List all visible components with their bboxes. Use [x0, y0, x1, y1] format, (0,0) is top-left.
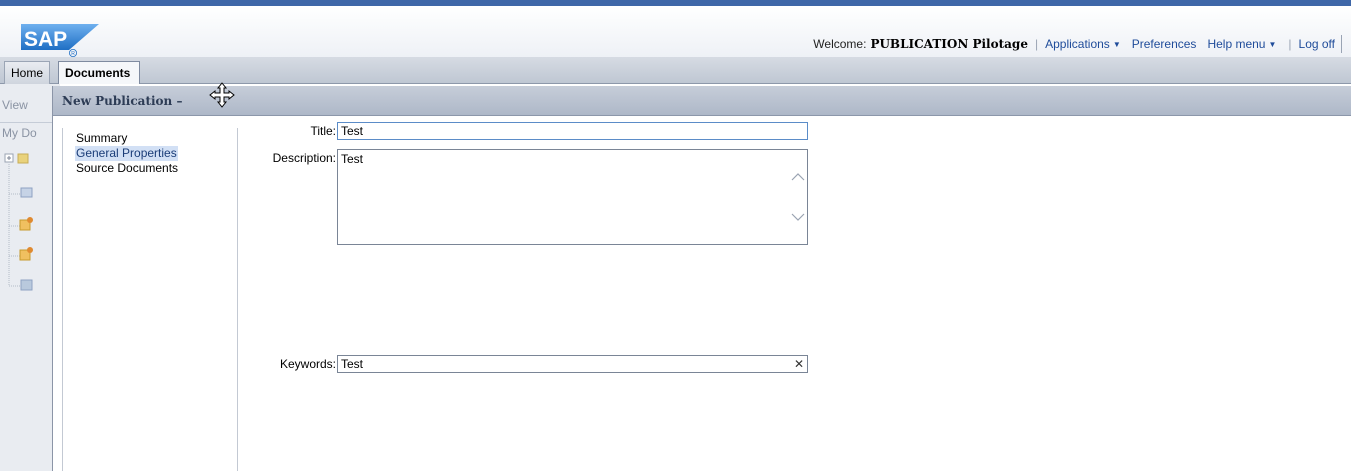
properties-nav: Summary General Properties Source Docume…: [62, 128, 238, 471]
divider: [0, 122, 60, 123]
nav-summary[interactable]: Summary: [75, 131, 128, 146]
description-value: Test: [341, 152, 364, 166]
folder-icon: [17, 153, 29, 164]
nav-general-properties[interactable]: General Properties: [75, 146, 178, 161]
user-name: PUBLICATION Pilotage: [870, 37, 1028, 51]
svg-text:SAP: SAP: [24, 28, 67, 51]
my-documents-header[interactable]: My Do: [2, 126, 37, 140]
applications-menu[interactable]: Applications: [1045, 37, 1110, 51]
tab-home[interactable]: Home: [4, 61, 51, 84]
move-cursor-icon: [209, 82, 235, 108]
keywords-label: Keywords:: [279, 357, 336, 371]
caret-down-icon[interactable]: ▼: [1113, 40, 1121, 49]
welcome-label: Welcome:: [813, 37, 867, 51]
app-header: SAP R Welcome: PUBLICATION Pilotage | Ap…: [0, 6, 1351, 57]
document-icon: [20, 187, 33, 198]
clear-icon[interactable]: ✕: [794, 356, 804, 372]
toolbar-edge: [1341, 35, 1351, 53]
help-menu[interactable]: Help menu: [1207, 37, 1265, 51]
dialog-title: New Publication –: [62, 94, 183, 108]
nav-source-documents[interactable]: Source Documents: [75, 161, 179, 176]
user-bar: Welcome: PUBLICATION Pilotage | Applicat…: [813, 34, 1351, 54]
folder-tree: [4, 153, 33, 291]
description-label: Description:: [272, 151, 336, 165]
sap-logo: SAP R: [21, 24, 99, 57]
keywords-input[interactable]: Test ✕: [337, 355, 808, 373]
separator: |: [1288, 37, 1292, 51]
scroll-down-icon[interactable]: [791, 212, 805, 222]
separator: |: [1034, 37, 1039, 51]
title-input[interactable]: Test: [337, 122, 808, 140]
dialog-title-bar[interactable]: New Publication –: [53, 82, 1351, 116]
preferences-link[interactable]: Preferences: [1132, 37, 1197, 51]
background-panel: View My Do: [0, 84, 60, 471]
new-publication-dialog: New Publication – Summary General Proper…: [52, 82, 1351, 471]
keywords-value: Test: [341, 357, 364, 371]
log-off-link[interactable]: Log off: [1299, 37, 1335, 51]
view-menu[interactable]: View: [2, 98, 28, 112]
caret-down-icon[interactable]: ▼: [1268, 40, 1276, 49]
tab-documents[interactable]: Documents: [58, 61, 140, 84]
dialog-body: Summary General Properties Source Docume…: [53, 116, 1351, 471]
scroll-up-icon[interactable]: [791, 172, 805, 182]
tab-bar: Home Documents: [0, 57, 1351, 84]
description-textarea[interactable]: Test: [337, 149, 808, 245]
title-label: Title:: [310, 124, 336, 138]
inbox-icon: [20, 279, 33, 291]
